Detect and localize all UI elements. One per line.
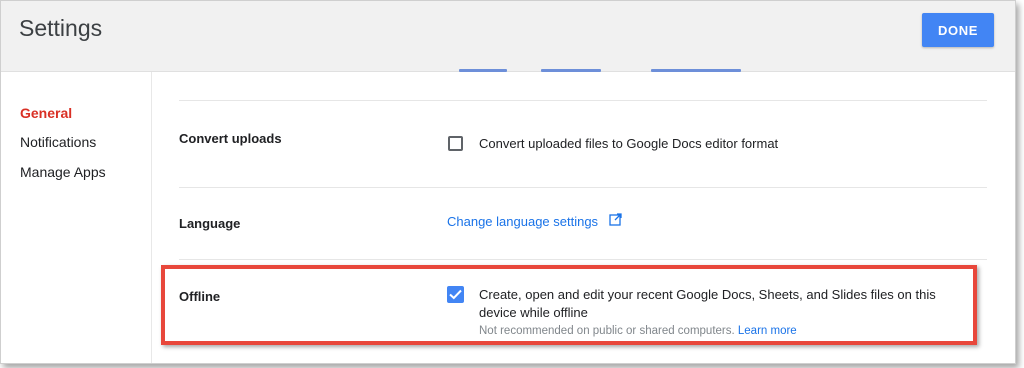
settings-header: Settings DONE [1, 1, 1015, 72]
open-in-new-icon[interactable] [609, 213, 622, 231]
sidebar-item-manage-apps[interactable]: Manage Apps [20, 164, 106, 180]
scrolled-link-remnant [651, 69, 741, 72]
page-title: Settings [19, 15, 103, 41]
row-divider [179, 187, 987, 188]
sidebar-nav: General Notifications Manage Apps [1, 72, 151, 363]
highlight-box [161, 265, 977, 345]
settings-dialog: Settings DONE General Notifications Mana… [0, 0, 1016, 364]
convert-uploads-label: Convert uploads [179, 131, 282, 146]
scrolled-link-remnant [541, 69, 601, 72]
sidebar-item-general[interactable]: General [20, 105, 72, 121]
row-divider [179, 259, 987, 260]
row-divider [179, 100, 987, 101]
done-button[interactable]: DONE [922, 13, 994, 47]
sidebar-item-notifications[interactable]: Notifications [20, 134, 96, 150]
convert-uploads-option-text: Convert uploaded files to Google Docs ed… [479, 136, 779, 151]
language-label: Language [179, 216, 241, 231]
scrolled-link-remnant [459, 69, 507, 72]
sidebar-divider [151, 72, 152, 363]
convert-uploads-checkbox[interactable] [448, 136, 463, 151]
change-language-link[interactable]: Change language settings [447, 214, 598, 229]
